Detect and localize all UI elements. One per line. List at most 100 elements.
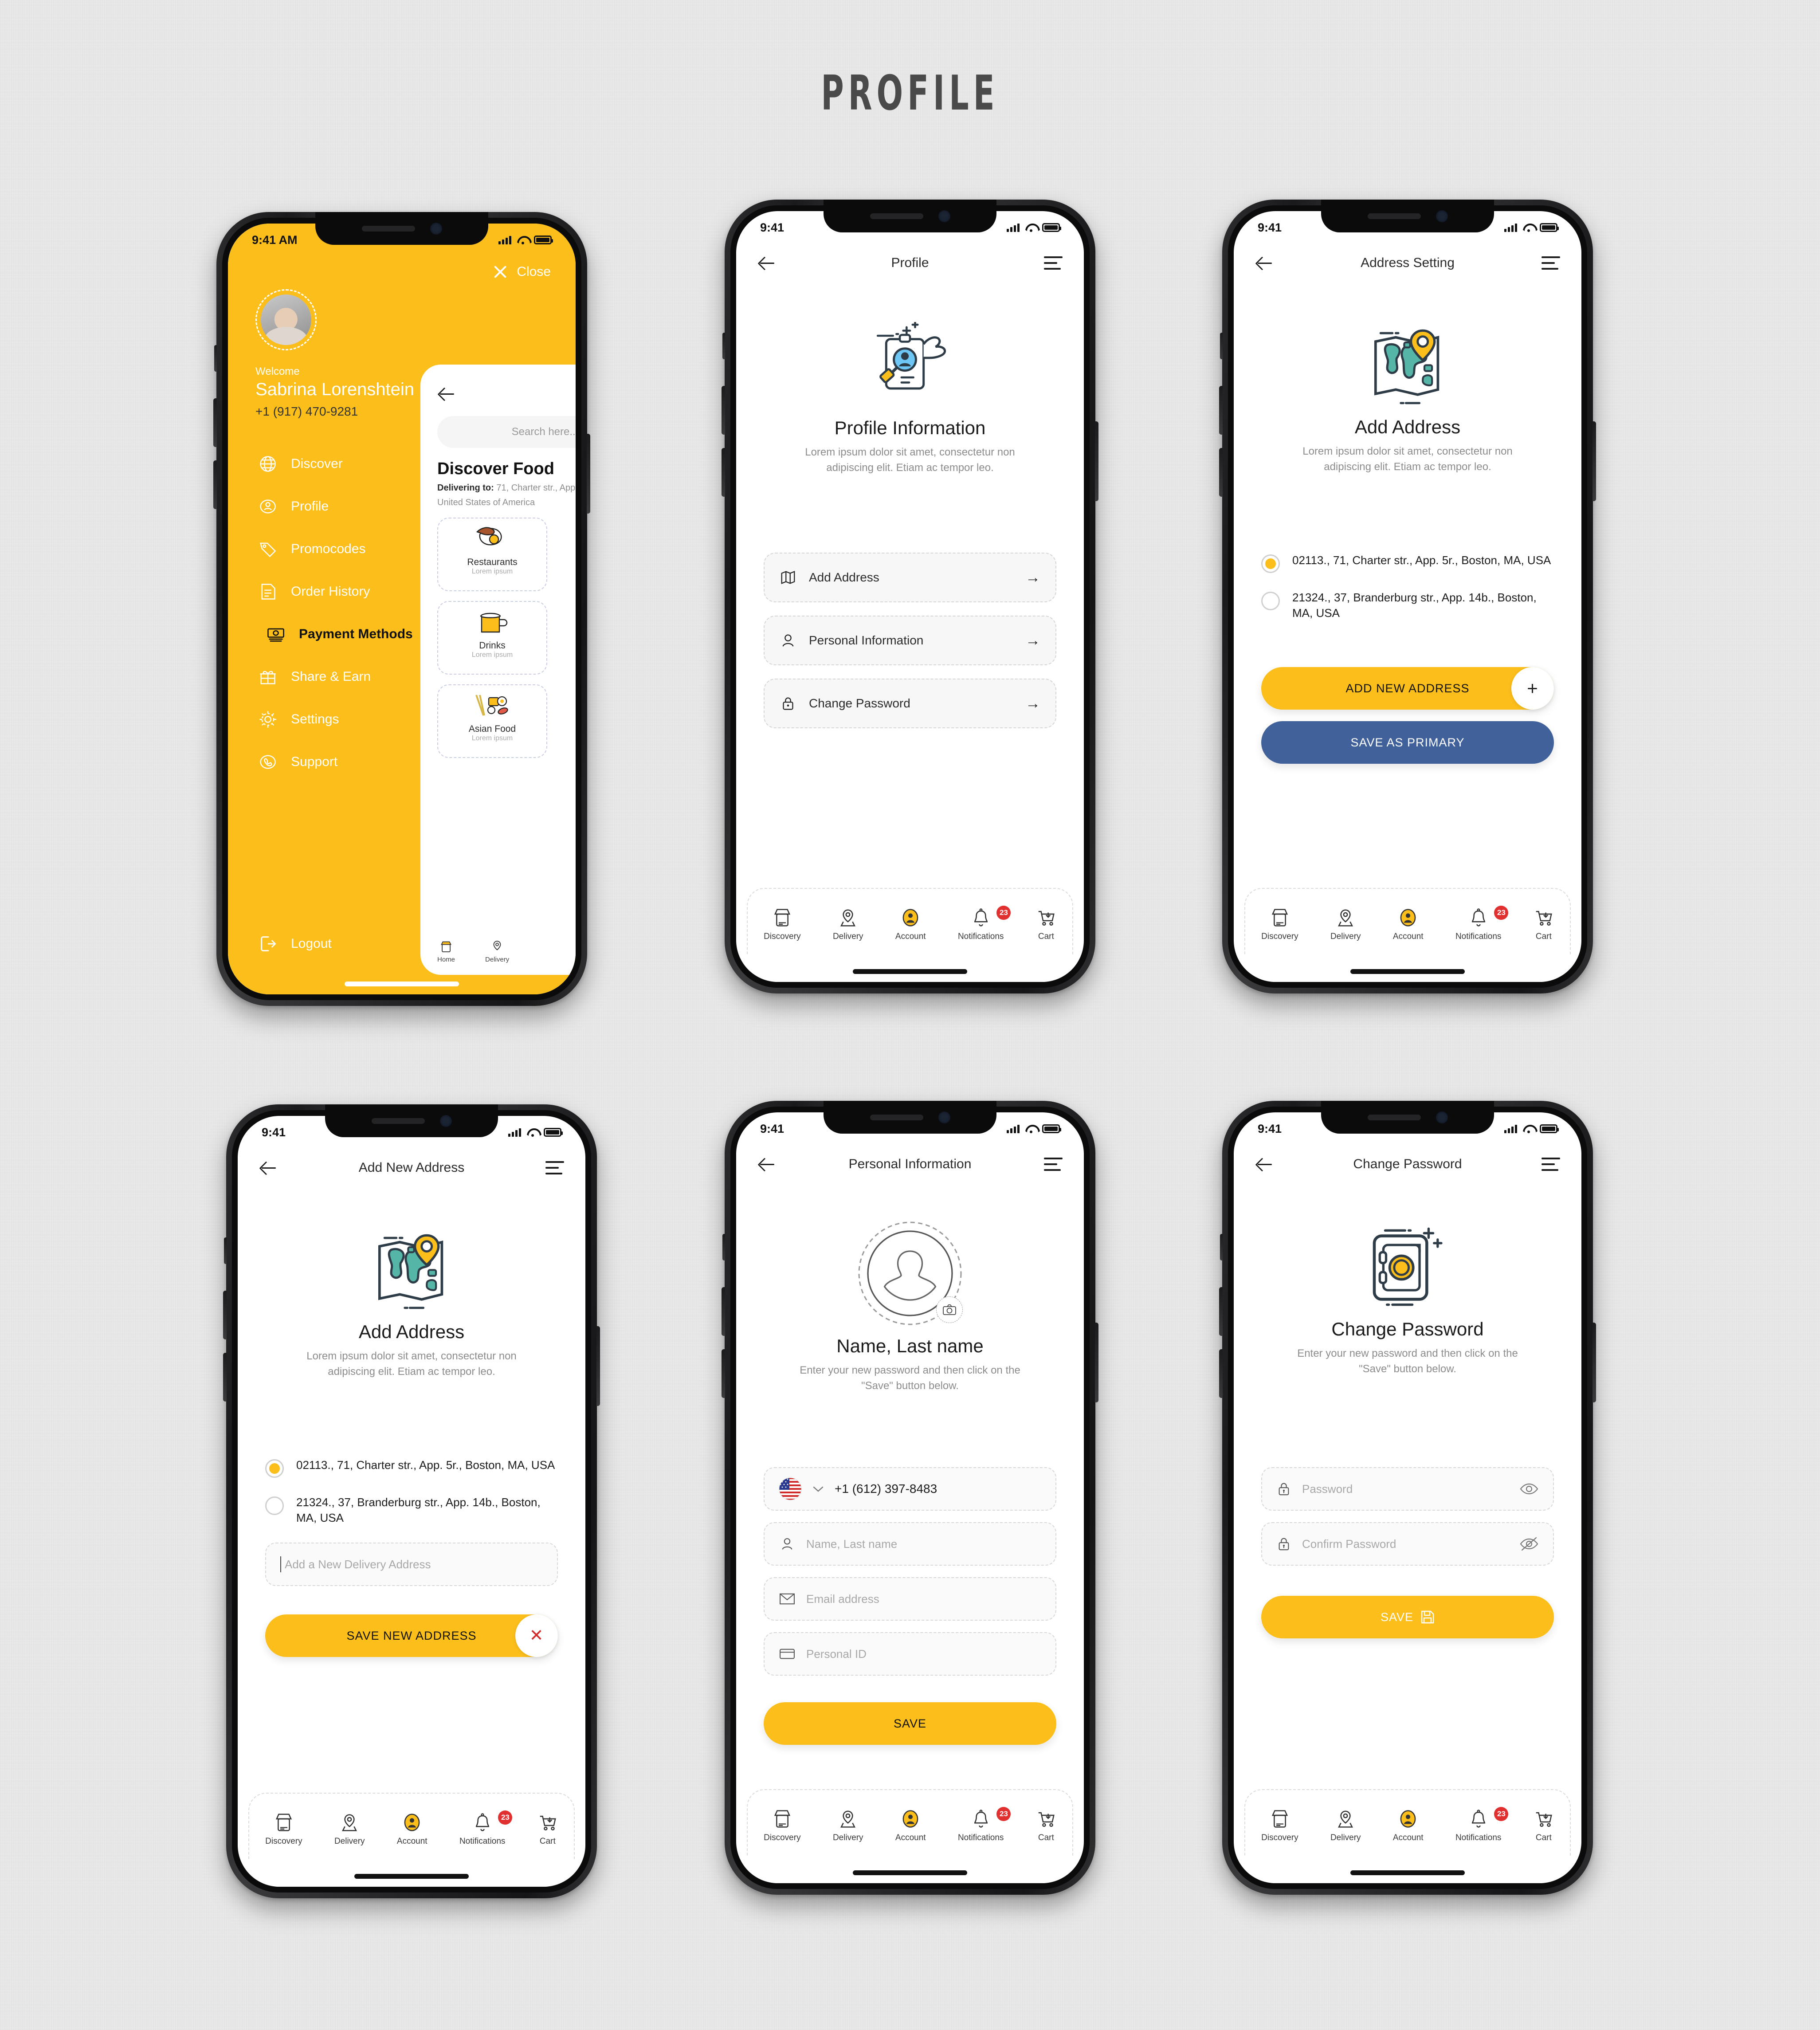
- nav-item-delivery[interactable]: Delivery: [1330, 1809, 1361, 1843]
- add-new-address-button[interactable]: ADD NEW ADDRESS +: [1261, 667, 1554, 710]
- peek-nav-home[interactable]: Home: [437, 940, 455, 963]
- address-option-2[interactable]: 21324., 37, Branderburg str., App. 14b.,…: [1261, 590, 1554, 621]
- power-button[interactable]: [587, 434, 590, 514]
- nav-item-cart[interactable]: Cart: [1036, 907, 1056, 942]
- personal-id-field[interactable]: Personal ID: [764, 1632, 1056, 1676]
- drawer-item-settings[interactable]: Settings: [228, 698, 576, 741]
- new-address-input[interactable]: Add a New Delivery Address: [265, 1543, 558, 1586]
- row-change-password[interactable]: Change Password →: [764, 679, 1056, 728]
- nav-item-discovery[interactable]: Discovery: [265, 1812, 302, 1846]
- nav-item-notifications[interactable]: 23 Notifications: [958, 1806, 1011, 1843]
- address-option-1[interactable]: 02113., 71, Charter str., App. 5r., Bost…: [1261, 553, 1554, 573]
- nav-item-cart[interactable]: Cart: [537, 1812, 558, 1846]
- drawer-item-payment-methods[interactable]: Payment Methods: [228, 613, 576, 656]
- hamburger-menu-icon[interactable]: [545, 1161, 564, 1174]
- silent-switch[interactable]: [214, 345, 217, 372]
- drawer-item-support[interactable]: Support: [228, 741, 576, 783]
- row-add-address[interactable]: Add Address →: [764, 553, 1056, 602]
- nav-item-account[interactable]: Account: [1393, 1809, 1424, 1843]
- close-drawer-button[interactable]: Close: [493, 264, 551, 279]
- chevron-down-icon[interactable]: [812, 1485, 824, 1492]
- radio-button[interactable]: [265, 1496, 284, 1515]
- close-icon[interactable]: ✕: [515, 1614, 558, 1657]
- radio-button[interactable]: [1261, 592, 1280, 610]
- save-as-primary-button[interactable]: SAVE AS PRIMARY: [1261, 721, 1554, 764]
- nav-item-discovery[interactable]: Discovery: [764, 907, 801, 942]
- hamburger-menu-icon[interactable]: [1542, 256, 1560, 270]
- address-option-2[interactable]: 21324., 37, Branderburg str., App. 14b.,…: [265, 1495, 558, 1526]
- hamburger-menu-icon[interactable]: [1044, 256, 1063, 270]
- power-button[interactable]: [596, 1326, 600, 1406]
- volume-down-button[interactable]: [722, 1349, 725, 1398]
- volume-down-button[interactable]: [213, 460, 217, 509]
- nav-item-account[interactable]: Account: [895, 1809, 926, 1843]
- power-button[interactable]: [1095, 421, 1098, 501]
- nav-item-account[interactable]: Account: [895, 907, 926, 942]
- radio-button[interactable]: [1261, 554, 1280, 573]
- avatar[interactable]: [255, 289, 317, 350]
- silent-switch[interactable]: [1220, 1234, 1223, 1260]
- nav-item-delivery[interactable]: Delivery: [833, 1809, 863, 1843]
- confirm-password-field[interactable]: Confirm Password: [1261, 1522, 1554, 1566]
- hamburger-menu-icon[interactable]: [1044, 1158, 1063, 1171]
- camera-badge[interactable]: [936, 1296, 963, 1323]
- volume-down-button[interactable]: [1219, 1349, 1223, 1398]
- volume-up-button[interactable]: [213, 398, 217, 447]
- peek-nav-delivery[interactable]: Delivery: [485, 940, 509, 963]
- silent-switch[interactable]: [224, 1237, 227, 1264]
- avatar-uploader[interactable]: [855, 1218, 965, 1331]
- save-button[interactable]: SAVE: [1261, 1596, 1554, 1638]
- back-arrow-icon[interactable]: [1255, 253, 1275, 273]
- nav-item-notifications[interactable]: 23 Notifications: [1455, 1806, 1509, 1843]
- volume-down-button[interactable]: [1219, 448, 1223, 497]
- nav-item-notifications[interactable]: 23 Notifications: [958, 905, 1011, 942]
- name-field[interactable]: Name, Last name: [764, 1522, 1056, 1566]
- drawer-item-profile[interactable]: Profile: [228, 485, 576, 528]
- hamburger-menu-icon[interactable]: [1542, 1158, 1560, 1171]
- save-new-address-button[interactable]: SAVE NEW ADDRESS ✕: [265, 1614, 558, 1657]
- nav-item-cart[interactable]: Cart: [1534, 907, 1554, 942]
- nav-item-delivery[interactable]: Delivery: [334, 1812, 365, 1846]
- phone-field[interactable]: +1 (612) 397-8483: [764, 1467, 1056, 1511]
- nav-item-discovery[interactable]: Discovery: [1261, 1809, 1298, 1843]
- back-arrow-icon[interactable]: [437, 384, 457, 404]
- nav-item-discovery[interactable]: Discovery: [764, 1809, 801, 1843]
- back-arrow-icon[interactable]: [757, 253, 777, 273]
- nav-item-delivery[interactable]: Delivery: [833, 907, 863, 942]
- eye-off-icon[interactable]: [1519, 1536, 1539, 1551]
- volume-up-button[interactable]: [722, 1287, 725, 1336]
- volume-up-button[interactable]: [1219, 1287, 1223, 1336]
- volume-down-button[interactable]: [722, 448, 725, 497]
- volume-up-button[interactable]: [1219, 386, 1223, 435]
- volume-up-button[interactable]: [223, 1291, 227, 1339]
- email-field[interactable]: Email address: [764, 1577, 1056, 1621]
- back-arrow-icon[interactable]: [757, 1154, 777, 1174]
- back-arrow-icon[interactable]: [259, 1158, 278, 1178]
- nav-item-delivery[interactable]: Delivery: [1330, 907, 1361, 942]
- nav-item-notifications[interactable]: 23 Notifications: [1455, 905, 1509, 942]
- plus-icon[interactable]: +: [1511, 667, 1554, 710]
- nav-item-cart[interactable]: Cart: [1036, 1809, 1056, 1843]
- nav-item-notifications[interactable]: 23 Notifications: [459, 1810, 513, 1846]
- nav-item-account[interactable]: Account: [397, 1812, 428, 1846]
- silent-switch[interactable]: [722, 1234, 725, 1260]
- drawer-item-promocodes[interactable]: Promocodes: [228, 528, 576, 570]
- save-button[interactable]: SAVE: [764, 1702, 1056, 1745]
- silent-switch[interactable]: [1220, 333, 1223, 359]
- address-option-1[interactable]: 02113., 71, Charter str., App. 5r., Bost…: [265, 1457, 558, 1478]
- drawer-item-discover[interactable]: Discover: [228, 443, 576, 485]
- nav-item-discovery[interactable]: Discovery: [1261, 907, 1298, 942]
- drawer-item-share-earn[interactable]: Share & Earn: [228, 656, 576, 698]
- power-button[interactable]: [1592, 421, 1596, 501]
- volume-down-button[interactable]: [223, 1353, 227, 1402]
- radio-button[interactable]: [265, 1459, 284, 1478]
- logout-button[interactable]: Logout: [258, 934, 332, 954]
- power-button[interactable]: [1592, 1323, 1596, 1402]
- eye-icon[interactable]: [1519, 1482, 1539, 1496]
- row-personal-information[interactable]: Personal Information →: [764, 616, 1056, 665]
- nav-item-account[interactable]: Account: [1393, 907, 1424, 942]
- drawer-item-order-history[interactable]: Order History: [228, 570, 576, 613]
- volume-up-button[interactable]: [722, 386, 725, 435]
- back-arrow-icon[interactable]: [1255, 1154, 1275, 1174]
- power-button[interactable]: [1095, 1323, 1098, 1402]
